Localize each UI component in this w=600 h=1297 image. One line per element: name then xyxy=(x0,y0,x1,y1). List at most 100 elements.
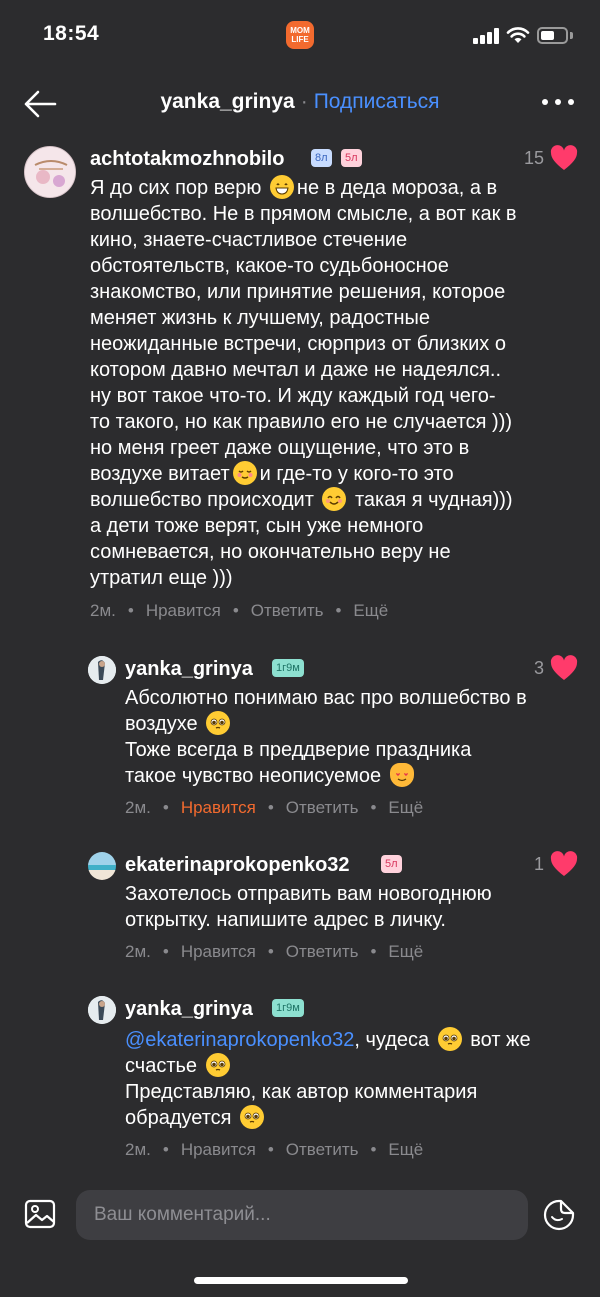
more-options-icon[interactable] xyxy=(538,88,578,116)
more-button[interactable]: Ещё xyxy=(388,1140,423,1159)
header-title: yanka_grinya · Подписаться xyxy=(0,90,600,114)
comment-meta: 2м. • Нравится • Ответить • Ещё xyxy=(125,798,424,817)
comment-line: Захотелось отправить вам новогоднюю xyxy=(125,883,492,905)
reply-button[interactable]: Ответить xyxy=(286,1140,359,1159)
pleading-emoji xyxy=(437,1027,462,1051)
comment-line: а дети тоже верят, сын уже немного xyxy=(90,515,424,537)
mention-link[interactable]: @ekaterinaprokopenko32 xyxy=(125,1029,354,1051)
like-control: 15 xyxy=(500,145,578,171)
experience-badge: 1г9м xyxy=(272,999,304,1017)
comment-line: то такого, но как правило его не случает… xyxy=(90,411,513,433)
like-button[interactable]: Нравится xyxy=(181,1140,256,1159)
header-separator: · xyxy=(300,90,308,113)
like-count: 3 xyxy=(533,658,544,678)
cellular-signal-icon xyxy=(473,28,501,44)
comment-text: Я до сих пор верю не в деда мороза, а в … xyxy=(90,175,590,591)
pleading-emoji xyxy=(240,1105,265,1129)
comment-composer xyxy=(0,1190,600,1240)
comment-line: волшебство происходит такая я чудная))) xyxy=(90,487,513,511)
comment-time: 2м. xyxy=(125,798,151,817)
like-count: 1 xyxy=(533,854,544,874)
comment-meta: 2м. • Нравится • Ответить • Ещё xyxy=(125,942,424,961)
status-bar: 18:54 MOM LIFE xyxy=(0,0,600,70)
comment-line: сомневается, но окончательно веру не xyxy=(90,541,451,563)
image-attach-icon[interactable] xyxy=(24,1198,56,1230)
like-control: 1 xyxy=(500,851,578,877)
header: yanka_grinya · Подписаться xyxy=(0,76,600,132)
reply-button[interactable]: Ответить xyxy=(251,601,324,620)
reply-button[interactable]: Ответить xyxy=(286,942,359,961)
heart-icon[interactable] xyxy=(550,655,578,681)
heart-eyes-cat-emoji xyxy=(389,763,414,787)
comment-line: но меня греет даже ощущение, что это в xyxy=(90,437,470,459)
comment-line: Тоже всегда в преддверие праздника xyxy=(125,739,472,761)
home-indicator[interactable] xyxy=(194,1277,408,1284)
comment-line: волшебство. Не в прямом смысле, а вот ка… xyxy=(90,203,517,225)
experience-badge: 5л xyxy=(381,855,402,873)
comment-meta: 2м. • Нравится • Ответить • Ещё xyxy=(125,1140,424,1159)
momlife-app-icon: MOM LIFE xyxy=(286,21,314,49)
comment-line: ну вот такое что-то. И жду каждый год че… xyxy=(90,385,496,407)
grin-emoji xyxy=(269,175,294,199)
heart-icon[interactable] xyxy=(550,145,578,171)
experience-badge: 5л xyxy=(341,149,362,167)
reply-item: yanka_grinya 1г9м 3 Абсолютно понимаю ва… xyxy=(0,650,600,830)
heart-icon[interactable] xyxy=(550,851,578,877)
comment-line: меняет жизнь к лучшему, радостные xyxy=(90,307,431,329)
like-button[interactable]: Нравится xyxy=(181,798,256,817)
avatar[interactable] xyxy=(88,852,116,880)
comment-username[interactable]: yanka_grinya xyxy=(125,658,253,681)
comment-line: кино, знаете-счастливое стечение xyxy=(90,229,408,251)
comment-line: Абсолютно понимаю вас про волшебство в xyxy=(125,687,527,709)
smile-emoji xyxy=(322,487,347,511)
avatar[interactable] xyxy=(88,996,116,1024)
comment-text: @ekaterinaprokopenko32, чудеса вот же сч… xyxy=(125,1027,595,1131)
post-author-name[interactable]: yanka_grinya xyxy=(160,90,294,113)
comment-line: Представляю, как автор комментария xyxy=(125,1081,478,1103)
sticker-icon[interactable] xyxy=(542,1198,576,1232)
comment-username[interactable]: achtotakmozhnobilo xyxy=(90,148,284,171)
reply-button[interactable]: Ответить xyxy=(286,798,359,817)
experience-badge: 8л xyxy=(311,149,332,167)
comment-line: обрадуется xyxy=(125,1105,595,1131)
comment-line: знакомство, или принятие решения, которо… xyxy=(90,281,506,303)
comment-text: Абсолютно понимаю вас про волшебство в в… xyxy=(125,685,595,789)
reply-item: ekaterinaprokopenko32 5л 1 Захотелось от… xyxy=(0,846,600,976)
comment-line: Я до сих пор верю не в деда мороза, а в xyxy=(90,175,498,199)
avatar[interactable] xyxy=(88,656,116,684)
comment-username[interactable]: ekaterinaprokopenko32 xyxy=(125,854,350,877)
like-count: 15 xyxy=(523,148,544,168)
blush-emoji xyxy=(232,461,257,485)
comment-meta: 2м. • Нравится • Ответить • Ещё xyxy=(90,601,389,620)
comment-line: воздухе витает и где-то у кого-то это xyxy=(90,461,454,485)
comment-time: 2м. xyxy=(125,942,151,961)
status-time: 18:54 xyxy=(43,22,100,45)
like-control: 3 xyxy=(500,655,578,681)
comment-line: обстоятельств, какое-то судьбоносное xyxy=(90,255,449,277)
comment-username[interactable]: yanka_grinya xyxy=(125,998,253,1021)
comment-input[interactable] xyxy=(76,1190,528,1240)
comment-text: Захотелось отправить вам новогоднюю откр… xyxy=(125,881,595,933)
comment-line: неожиданные встречи, сюрприз от близких … xyxy=(90,333,506,355)
pleading-emoji xyxy=(206,711,231,735)
wifi-icon xyxy=(506,27,530,43)
comment-line: воздухе xyxy=(125,711,595,737)
more-button[interactable]: Ещё xyxy=(388,798,423,817)
experience-badge: 1г9м xyxy=(272,659,304,677)
avatar[interactable] xyxy=(24,146,76,198)
like-button[interactable]: Нравится xyxy=(181,942,256,961)
comment-line: такое чувство неописуемое xyxy=(125,763,595,789)
comment-line: котором давно мечтал и даже не надеялся.… xyxy=(90,359,502,381)
comment-time: 2м. xyxy=(125,1140,151,1159)
comment-line: открытку. напишите адрес в личку. xyxy=(125,909,446,931)
comment-line: @ekaterinaprokopenko32, чудеса вот же xyxy=(125,1027,531,1051)
more-button[interactable]: Ещё xyxy=(388,942,423,961)
comment-line: утратил еще ))) xyxy=(90,567,233,589)
comment-line: счастье xyxy=(125,1053,595,1079)
more-button[interactable]: Ещё xyxy=(353,601,388,620)
comment-time: 2м. xyxy=(90,601,116,620)
like-button[interactable]: Нравится xyxy=(146,601,221,620)
reply-item: yanka_grinya 1г9м @ekaterinaprokopenko32… xyxy=(0,990,600,1170)
follow-button[interactable]: Подписаться xyxy=(314,90,440,113)
battery-icon xyxy=(537,27,568,44)
